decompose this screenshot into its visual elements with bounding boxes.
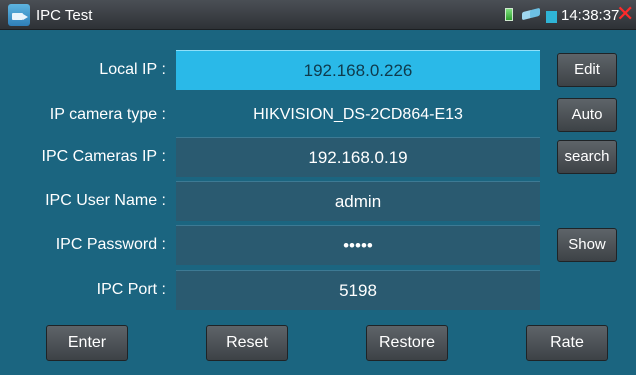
rate-button[interactable]: Rate [526,325,608,361]
password-field[interactable]: ••••• [176,225,540,265]
restore-button[interactable]: Restore [366,325,448,361]
user-name-field[interactable]: admin [176,181,540,221]
local-ip-row: Local IP : 192.168.0.226 Edit [0,50,636,90]
battery-icon [546,11,557,23]
reset-button[interactable]: Reset [206,325,288,361]
close-icon[interactable]: ✕ [616,4,634,26]
user-name-label: IPC User Name : [45,192,166,209]
user-name-row: IPC User Name : admin [0,181,636,221]
camera-type-label: IP camera type : [49,106,166,123]
local-ip-field[interactable]: 192.168.0.226 [176,50,540,90]
show-password-button[interactable]: Show [557,228,617,262]
ipc-test-window: IPC Test 14:38:37 ✕ Local IP : 192.168.0… [0,0,636,375]
ipc-test-app-icon [8,4,30,26]
camera-type-row: IP camera type : HIKVISION_DS-2CD864-E13… [0,95,636,135]
file-status-icon [505,8,513,21]
cameras-ip-field[interactable]: 192.168.0.19 [176,137,540,177]
password-label: IPC Password : [55,236,166,253]
port-field[interactable]: 5198 [176,270,540,310]
title-bar: IPC Test 14:38:37 ✕ [0,0,636,30]
auto-button[interactable]: Auto [557,98,617,132]
local-ip-label: Local IP : [99,61,166,78]
edit-button[interactable]: Edit [557,53,617,87]
password-row: IPC Password : ••••• Show [0,225,636,265]
camera-type-value[interactable]: HIKVISION_DS-2CD864-E13 [176,95,540,135]
search-button[interactable]: search [557,140,617,174]
enter-button[interactable]: Enter [46,325,128,361]
cameras-ip-row: IPC Cameras IP : 192.168.0.19 search [0,137,636,177]
cameras-ip-label: IPC Cameras IP : [41,148,166,165]
port-label: IPC Port : [96,281,166,298]
network-status-icon [522,9,540,20]
clock: 14:38:37 [561,7,620,24]
port-row: IPC Port : 5198 [0,270,636,310]
window-title: IPC Test [36,7,93,24]
